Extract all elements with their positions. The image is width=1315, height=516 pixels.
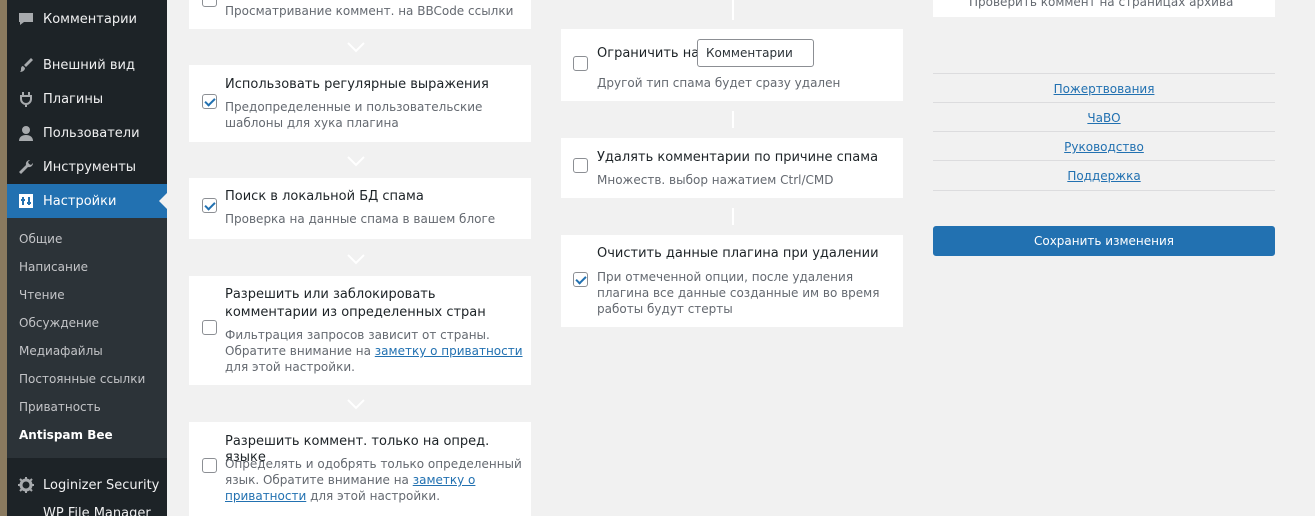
plugin-icon (16, 89, 36, 109)
option-description: Проверить коммент на страницах архива (969, 0, 1234, 9)
sidebar-item-label: Комментарии (43, 11, 137, 27)
submenu-item-writing[interactable]: Написание (19, 260, 88, 274)
option-description: Множеств. выбор нажатием Ctrl/CMD (597, 173, 834, 187)
sidebar-item-users[interactable]: Пользователи (7, 116, 167, 150)
bbcode-checkbox[interactable] (202, 0, 217, 7)
description-text: для этой настройки. (306, 489, 441, 503)
option-description: При отмеченной опции, после удаления (597, 270, 854, 284)
option-description: язык. Обратите внимание на заметку о (225, 472, 475, 488)
sidebar-item-settings[interactable]: Настройки (7, 184, 167, 218)
option-description: приватности для этой настройки. (225, 488, 440, 504)
option-description: Другой тип спама будет сразу удален (597, 76, 841, 90)
option-card-archive: Проверить коммент на страницах архива (933, 0, 1275, 17)
submenu-item-permalinks[interactable]: Постоянные ссылки (19, 372, 145, 386)
option-card-local-db: Поиск в локальной БД спама Проверка на д… (189, 178, 531, 239)
support-link[interactable]: Поддержка (933, 169, 1275, 183)
user-icon (16, 123, 36, 143)
privacy-note-link[interactable]: приватности (225, 489, 306, 503)
option-title: Использовать регулярные выражения (225, 77, 489, 92)
sidebar-item-loginizer[interactable]: Loginizer Security (7, 468, 167, 502)
option-card-country: Разрешить или заблокировать комментарии … (189, 276, 531, 385)
option-description: Определять и одобрять только определенны… (225, 457, 522, 471)
option-card-delete-reason: Удалять комментарии по причине спама Мно… (561, 138, 903, 198)
option-description: Предопределенные и пользовательские (225, 100, 483, 114)
divider (933, 102, 1275, 103)
divider (933, 73, 1275, 74)
chevron-down-icon (347, 399, 365, 410)
country-checkbox[interactable] (202, 320, 217, 335)
settings-icon (16, 191, 36, 211)
option-title: Удалять комментарии по причине спама (597, 150, 879, 165)
settings-submenu: Общие Написание Чтение Обсуждение Медиаф… (7, 218, 167, 458)
divider (933, 131, 1275, 132)
sidebar-item-appearance[interactable]: Внешний вид (7, 48, 167, 82)
sidebar-item-label: Внешний вид (43, 57, 135, 73)
option-title: Поиск в локальной БД спама (225, 189, 424, 204)
privacy-note-link[interactable]: заметку о приватности (375, 344, 523, 358)
description-text: язык. Обратите внимание на (225, 473, 413, 487)
sidebar-item-label: Плагины (43, 91, 104, 107)
privacy-note-link[interactable]: заметку о (413, 473, 476, 487)
chevron-down-icon (347, 156, 365, 167)
description-text: Обратите внимание на (225, 344, 375, 358)
sidebar-item-tools[interactable]: Инструменты (7, 150, 167, 184)
sidebar-item-label: Настройки (43, 193, 117, 209)
limit-checkbox[interactable] (573, 56, 588, 71)
folder-icon (16, 502, 36, 516)
submenu-item-privacy[interactable]: Приватность (19, 400, 101, 414)
regex-checkbox[interactable] (202, 94, 217, 109)
local-db-checkbox[interactable] (202, 198, 217, 213)
option-description: Проверка на данные спама в вашем блоге (225, 212, 496, 226)
sidebar-edge (0, 0, 7, 516)
option-description: плагина все данные созданные им во время (597, 286, 880, 300)
option-description: Обратите внимание на заметку о приватнос… (225, 343, 523, 359)
sidebar-item-label: Инструменты (43, 159, 137, 175)
chevron-down-icon (347, 42, 365, 53)
sidebar-item-label: Пользователи (43, 125, 140, 141)
option-description: Просматривание коммент. на BBCode ссылки (225, 4, 514, 18)
sidebar-item-file-manager[interactable]: WP File Manager (7, 502, 167, 516)
connector-line (732, 111, 734, 128)
submenu-item-media[interactable]: Медиафайлы (19, 344, 103, 358)
sidebar-item-comments[interactable]: Комментарии (7, 2, 167, 36)
admin-sidebar: Комментарии Внешний вид Плагины Пользова… (0, 0, 167, 516)
delete-reason-checkbox[interactable] (573, 158, 588, 173)
submenu-item-general[interactable]: Общие (19, 232, 62, 246)
option-card-cleanup: Очистить данные плагина при удалении При… (561, 235, 903, 327)
wrench-icon (16, 157, 36, 177)
cleanup-checkbox[interactable] (573, 272, 588, 287)
connector-line (732, 0, 734, 20)
manual-link[interactable]: Руководство (933, 140, 1275, 154)
limit-type-select[interactable]: Комментарии (697, 39, 814, 67)
option-title: Разрешить или заблокировать (225, 287, 436, 302)
chevron-down-icon (347, 254, 365, 265)
save-changes-button[interactable]: Сохранить изменения (933, 226, 1275, 256)
submenu-item-discussion[interactable]: Обсуждение (19, 316, 99, 330)
sidebar-item-label: WP File Manager (43, 505, 151, 516)
option-title: Ограничить на (597, 46, 700, 61)
option-description: шаблоны для хука плагина (225, 116, 399, 130)
comment-icon (16, 9, 36, 29)
brush-icon (16, 55, 36, 75)
option-card-limit: Ограничить на Комментарии Другой тип спа… (561, 29, 903, 101)
submenu-item-antispam-bee[interactable]: Antispam Bee (19, 428, 113, 442)
sidebar-item-plugins[interactable]: Плагины (7, 82, 167, 116)
submenu-item-reading[interactable]: Чтение (19, 288, 65, 302)
sidebar-item-label: Loginizer Security (43, 477, 160, 493)
divider (933, 160, 1275, 161)
option-description: Фильтрация запросов зависит от страны. (225, 328, 490, 342)
donate-link[interactable]: Пожертвования (933, 82, 1275, 96)
language-checkbox[interactable] (202, 458, 217, 473)
option-card-bbcode: Просматривание коммент. на BBCode ссылки (189, 0, 531, 29)
option-card-language: Разрешить коммент. только на опред. язык… (189, 422, 531, 516)
option-description: работы будут стерты (597, 302, 733, 316)
option-card-regex: Использовать регулярные выражения Предоп… (189, 65, 531, 142)
gear-icon (16, 475, 36, 495)
divider (933, 190, 1275, 191)
faq-link[interactable]: ЧаВО (933, 111, 1275, 125)
option-title: комментарии из определенных стран (225, 305, 486, 320)
option-title: Очистить данные плагина при удалении (597, 246, 879, 261)
option-description: для этой настройки. (225, 360, 355, 374)
connector-line (732, 208, 734, 225)
